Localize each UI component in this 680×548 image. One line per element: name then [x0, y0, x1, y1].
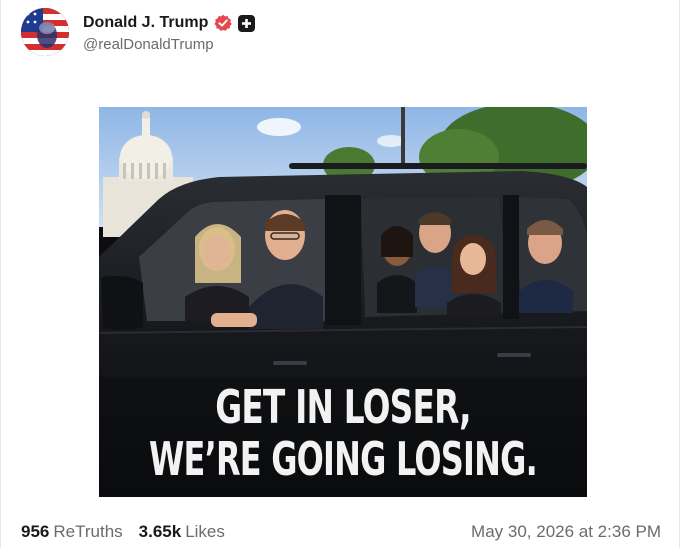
verified-badge-icon: [214, 14, 233, 32]
likes-label: Likes: [185, 522, 225, 541]
post-header: Donald J. Trump @realDonaldTrump: [21, 8, 256, 56]
author-display-name[interactable]: Donald J. Trump: [83, 14, 208, 32]
post-footer: 956 ReTruths 3.65k Likes May 30, 2026 at…: [21, 522, 661, 542]
author-names: Donald J. Trump @realDonaldTrump: [83, 11, 256, 53]
post-timestamp[interactable]: May 30, 2026 at 2:36 PM: [471, 522, 661, 542]
author-handle[interactable]: @realDonaldTrump: [83, 36, 255, 53]
post-image[interactable]: GET IN LOSER, WE’RE GOING LOSING.: [99, 107, 587, 497]
retruths-stat[interactable]: 956 ReTruths: [21, 522, 123, 542]
retruths-label: ReTruths: [53, 522, 123, 541]
post-stats: 956 ReTruths 3.65k Likes: [21, 522, 225, 542]
likes-count: 3.65k: [138, 522, 182, 541]
retruths-count: 956: [21, 522, 50, 541]
image-caption-line-2: WE’RE GOING LOSING.: [149, 433, 538, 487]
author-avatar[interactable]: [21, 8, 69, 56]
plus-badge-icon: [238, 14, 256, 32]
post-card: Donald J. Trump @realDonaldTrump GET IN …: [0, 0, 680, 548]
likes-stat[interactable]: 3.65k Likes: [139, 522, 225, 542]
image-caption-line-1: GET IN LOSER,: [215, 381, 471, 435]
name-row: Donald J. Trump: [83, 11, 256, 35]
